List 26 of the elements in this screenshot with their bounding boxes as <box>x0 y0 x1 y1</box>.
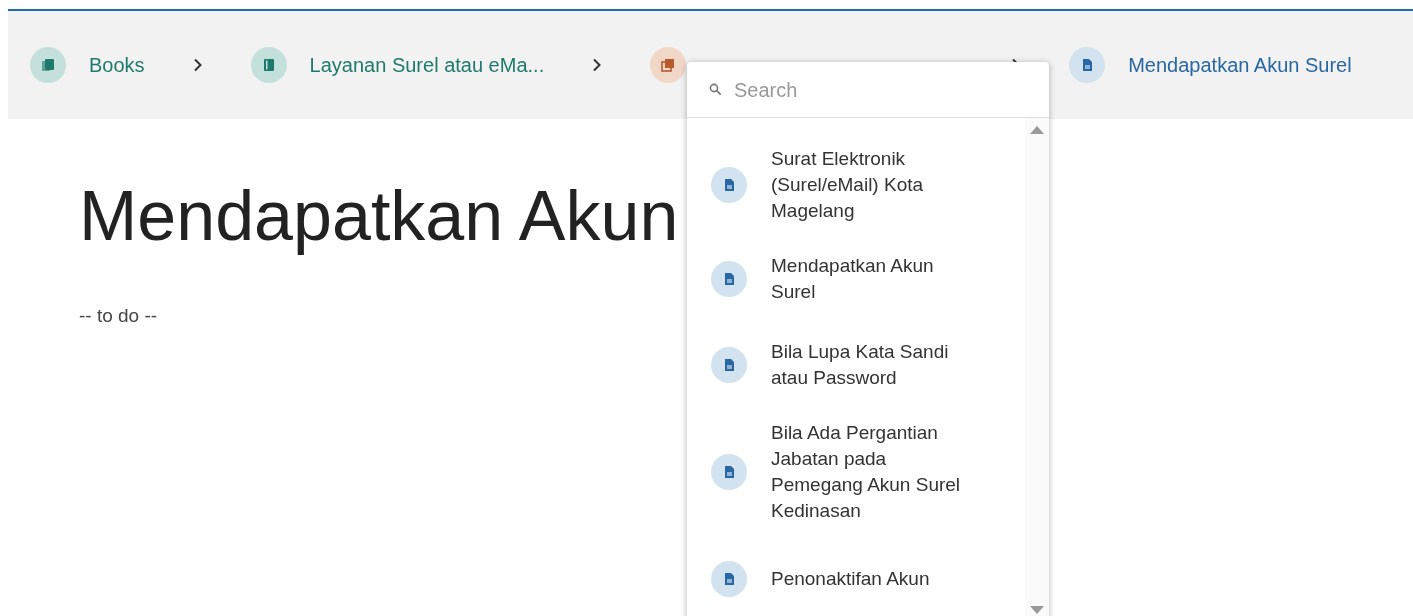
search-field[interactable]: Search <box>687 62 1049 118</box>
document-icon <box>723 178 735 192</box>
document-icon <box>723 272 735 286</box>
body-text: -- to do -- <box>79 304 159 328</box>
dropdown-item[interactable]: Surat Elektronik (Surel/eMail) Kota Magelang <box>687 134 1025 236</box>
dropdown-item[interactable]: Bila Lupa Kata Sandi atau Password <box>687 322 1025 408</box>
document-icon <box>723 572 735 586</box>
dropdown-item[interactable]: Penonaktifan Akun <box>687 536 1025 616</box>
breadcrumb-link[interactable]: Mendapatkan Akun Surel <box>1069 47 1352 83</box>
dropdown-item[interactable]: Mendapatkan Akun Surel <box>687 236 1025 322</box>
chevron-right-icon <box>592 58 603 72</box>
scrollbar[interactable] <box>1025 118 1049 616</box>
document-icon <box>1081 58 1093 72</box>
dropdown-item[interactable]: Bila Ada Pergantian Jabatan pada Pemegang Akun Surel Kedinasan <box>687 408 1025 536</box>
scroll-down-icon <box>1030 606 1044 614</box>
stacked-pages-icon <box>661 58 676 72</box>
breadcrumb-link[interactable]: Books <box>30 47 145 83</box>
search-input[interactable]: Search <box>734 74 994 105</box>
document-icon <box>723 358 735 372</box>
chevron-right-icon <box>192 58 203 72</box>
book-icon <box>262 58 275 72</box>
search-icon <box>709 83 722 96</box>
breadcrumb-link[interactable]: Layanan Surel atau eMa... <box>250 47 545 83</box>
document-icon <box>723 465 735 479</box>
books-icon <box>41 58 55 72</box>
scroll-up-icon <box>1030 126 1044 134</box>
